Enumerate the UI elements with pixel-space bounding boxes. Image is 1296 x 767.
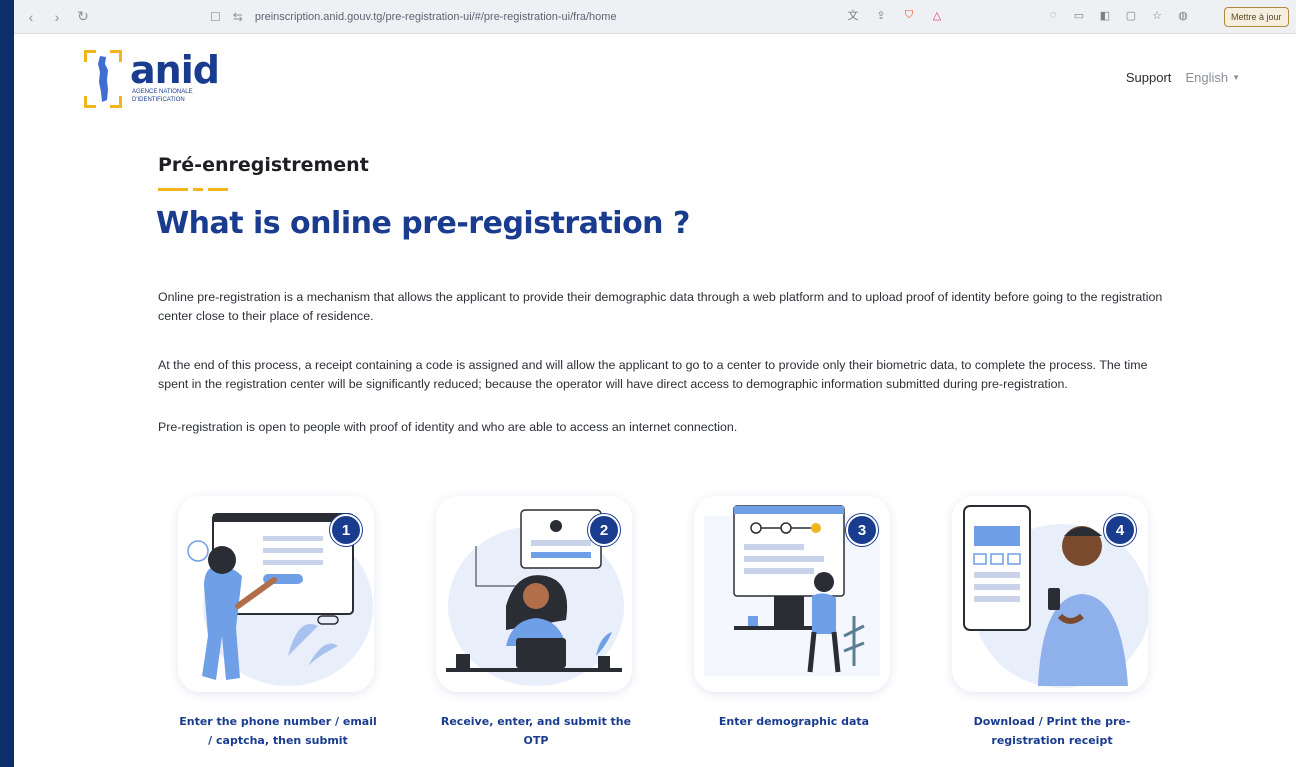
wallet-icon[interactable]: ▭ xyxy=(1072,8,1086,22)
language-select[interactable]: English ▼ xyxy=(1185,70,1240,85)
header-links: Support English ▼ xyxy=(1126,70,1240,85)
step-number-badge: 4 xyxy=(1104,514,1136,546)
eyebrow-underline xyxy=(158,188,228,191)
brave-shield-icon[interactable]: ⛉ xyxy=(902,8,916,22)
rewards-icon[interactable]: △ xyxy=(930,8,944,22)
logo-bracket xyxy=(110,50,122,62)
share-icon[interactable]: ⇪ xyxy=(874,8,888,22)
star-icon[interactable]: ☆ xyxy=(1150,8,1164,22)
caret-down-icon: ▼ xyxy=(1232,73,1240,82)
reload-icon[interactable]: ↻ xyxy=(74,8,92,26)
step-card-3: 3 Enter demographic data xyxy=(694,496,894,731)
step-number-badge: 1 xyxy=(330,514,362,546)
step-caption: Download / Print the pre-registration re… xyxy=(973,715,1131,747)
underline-dash xyxy=(208,188,228,191)
step-caption: Receive, enter, and submit the OTP xyxy=(440,715,632,747)
vpn-icon[interactable]: ◍ xyxy=(1176,8,1190,22)
step-card-4: 4 Download / Print the pre-registration … xyxy=(952,496,1152,750)
step-illustration-card: 3 xyxy=(694,496,890,692)
forward-icon[interactable]: › xyxy=(48,8,66,26)
back-icon[interactable]: ‹ xyxy=(22,8,40,26)
section-eyebrow: Pré-enregistrement xyxy=(158,154,369,176)
underline-dash xyxy=(193,188,203,191)
intro-paragraph: Pre-registration is open to people with … xyxy=(158,420,738,434)
step-number-badge: 2 xyxy=(588,514,620,546)
url-text[interactable]: preinscription.anid.gouv.tg/pre-registra… xyxy=(255,11,617,23)
step-caption: Enter demographic data xyxy=(718,715,870,728)
extension-icons: 文 ⇪ ⛉ △ xyxy=(846,8,944,23)
logo-wordmark: anid xyxy=(130,48,220,92)
intro-paragraph: Online pre-registration is a mechanism t… xyxy=(158,290,1163,323)
logo-bracket xyxy=(84,96,96,108)
step-illustration-card: 1 xyxy=(178,496,374,692)
logo-bracket xyxy=(110,96,122,108)
page-title: What is online pre-registration ? xyxy=(156,206,690,241)
togo-map-icon xyxy=(98,56,108,102)
leo-icon[interactable]: ◌ xyxy=(1046,8,1060,22)
page-content: anid AGENCE NATIONALE D'IDENTIFICATION S… xyxy=(14,34,1296,767)
steps-section: 1 Enter the phone number / email / captc… xyxy=(158,496,1158,767)
bookmark-icon[interactable]: ☐ xyxy=(210,10,221,24)
browser-toolbar: ‹ › ↻ ☐ ⇆ preinscription.anid.gouv.tg/pr… xyxy=(14,0,1296,34)
language-label: English xyxy=(1185,70,1229,85)
sidebar-icon[interactable]: ◧ xyxy=(1098,8,1112,22)
step-caption: Enter the phone number / email / captcha… xyxy=(179,715,377,747)
step-illustration-card: 4 xyxy=(952,496,1148,692)
step-illustration-card: 2 xyxy=(436,496,632,692)
tab-icon[interactable]: ▢ xyxy=(1124,8,1138,22)
logo-bracket xyxy=(84,50,96,62)
support-link[interactable]: Support xyxy=(1126,70,1172,85)
toolbar-icons: ◌ ▭ ◧ ▢ ☆ ◍ xyxy=(1046,8,1190,22)
site-info-icon[interactable]: ⇆ xyxy=(233,10,243,24)
step-card-1: 1 Enter the phone number / email / captc… xyxy=(178,496,378,750)
update-button[interactable]: Mettre à jour xyxy=(1224,7,1289,27)
anid-logo[interactable]: anid AGENCE NATIONALE D'IDENTIFICATION xyxy=(84,48,234,108)
translate-icon[interactable]: 文 xyxy=(846,8,860,22)
step-number-badge: 3 xyxy=(846,514,878,546)
underline-dash xyxy=(158,188,188,191)
intro-paragraph: At the end of this process, a receipt co… xyxy=(158,358,1148,391)
step-card-2: 2 Receive, enter, and submit the OTP xyxy=(436,496,636,750)
logo-subtitle: AGENCE NATIONALE D'IDENTIFICATION xyxy=(132,89,193,103)
